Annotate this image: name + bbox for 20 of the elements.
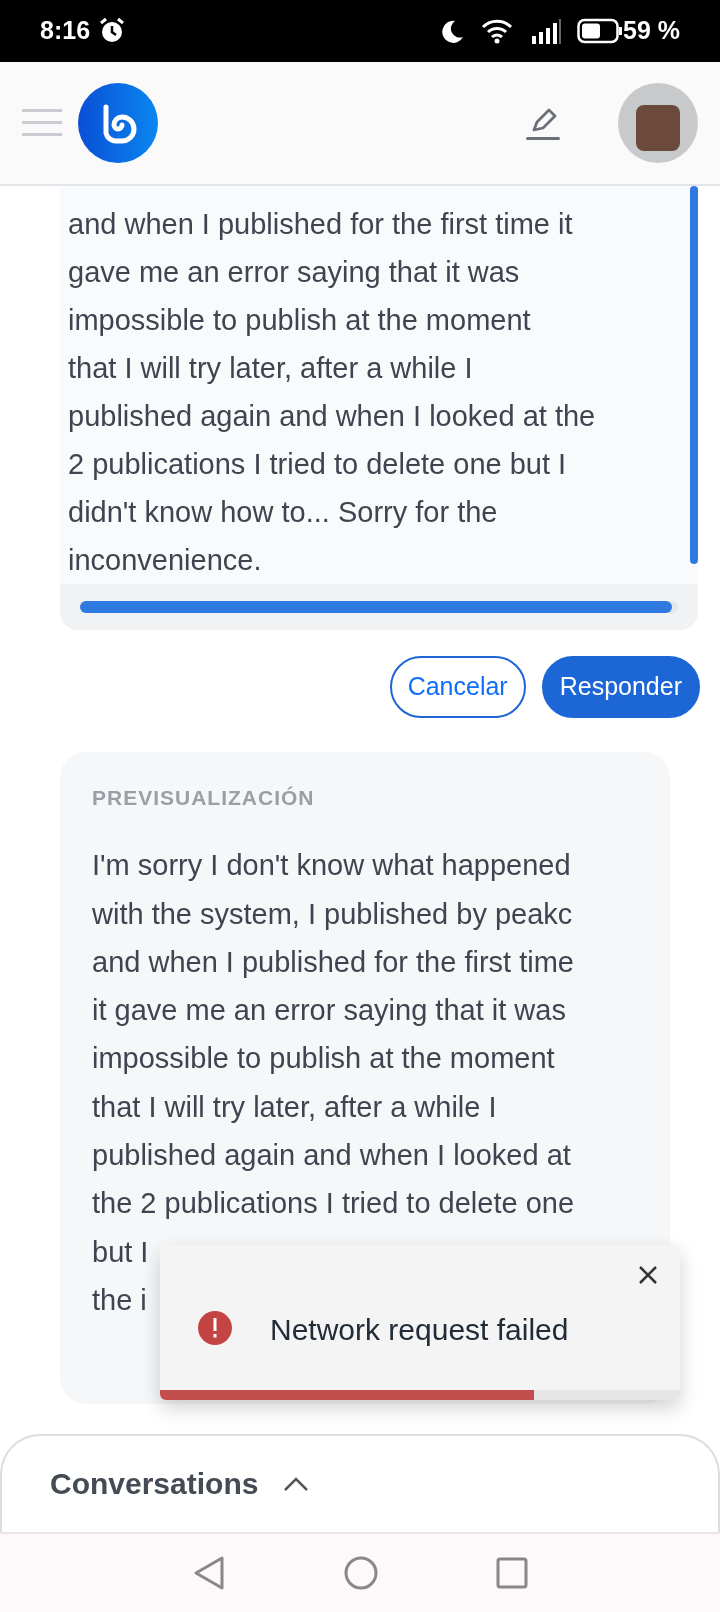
error-icon (198, 1311, 232, 1345)
editor-field[interactable] (60, 185, 698, 630)
close-icon[interactable] (638, 1265, 658, 1285)
signal-icon (531, 17, 561, 44)
editor-text: and when I published for the first time it gave me an error saying that it was impossible to publish at the moment that I will try later, after a while I published again and when I looked at the 2 publications I tried to delete one but I didn't know how to... Sorry for the inconvenience. (67, 206, 597, 578)
home-icon[interactable] (344, 1555, 378, 1590)
battery-icon (577, 17, 623, 44)
scrollbar-thumb[interactable] (80, 600, 672, 613)
scrollbar-thumb[interactable] (690, 185, 698, 564)
preview-label: PREVISUALIZACIÓN (92, 784, 316, 811)
battery-percentage: 59 % (623, 15, 680, 47)
avatar-icon[interactable] (618, 82, 698, 163)
cancel-button[interactable]: Cancelar (389, 655, 526, 718)
recents-icon[interactable] (496, 1556, 528, 1589)
reply-button[interactable]: Responder (541, 655, 700, 718)
alarm-icon (98, 16, 127, 45)
logo-icon[interactable] (78, 82, 158, 163)
back-icon[interactable] (192, 1554, 226, 1591)
sheet-title: Conversations (50, 1466, 259, 1503)
clock-time: 8:16 (40, 15, 91, 47)
